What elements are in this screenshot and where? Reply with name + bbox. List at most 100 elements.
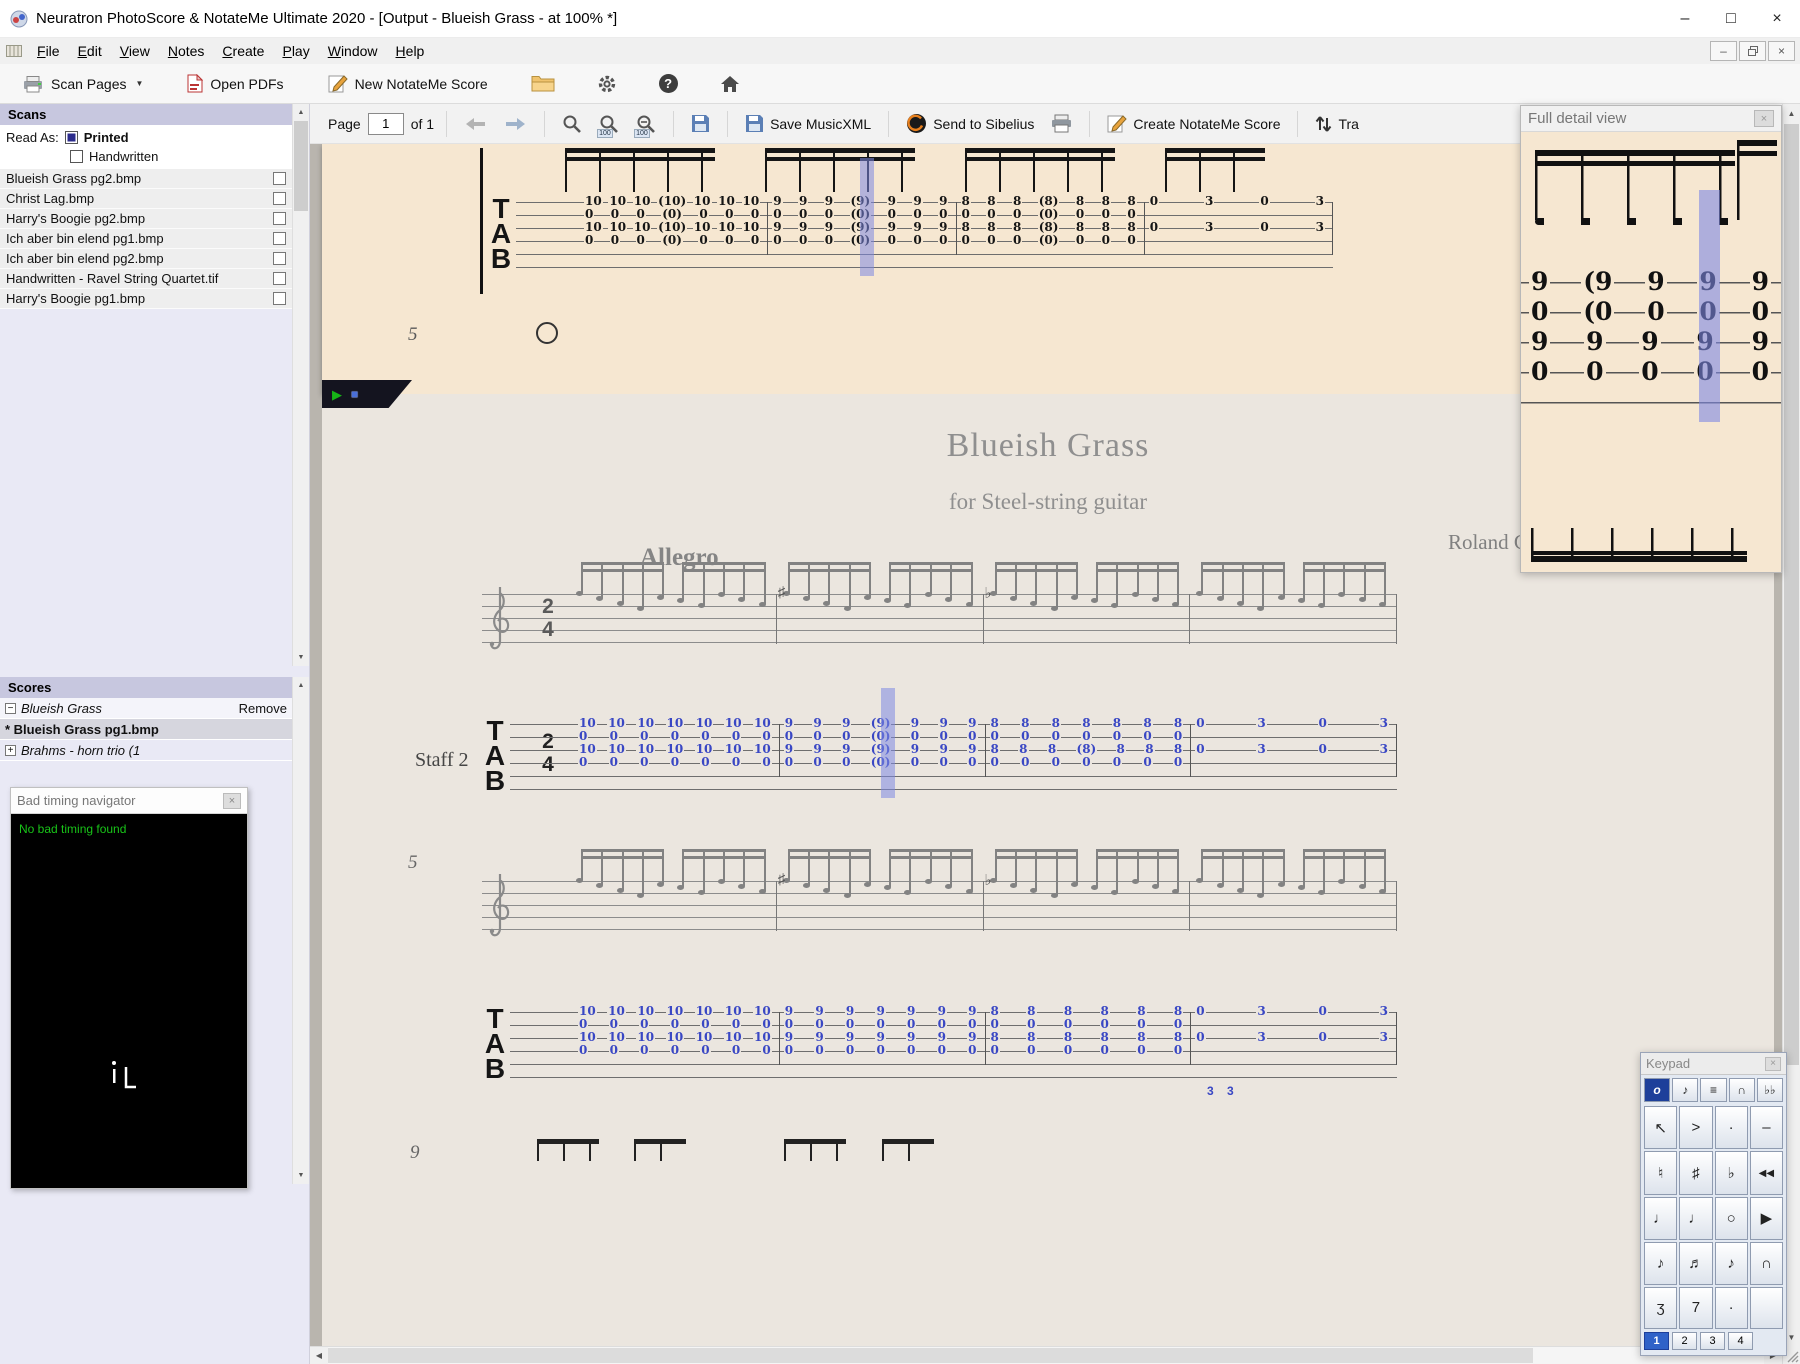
scans-scrollbar[interactable]: ▲ ▼ xyxy=(292,104,309,666)
quarter-rest-button[interactable]: ʒ xyxy=(1644,1286,1678,1329)
accent-button[interactable]: > xyxy=(1679,1106,1713,1150)
whole-note-button[interactable]: ○ xyxy=(1714,1196,1748,1241)
scan-file-checkbox[interactable] xyxy=(273,252,286,265)
menu-play[interactable]: Play xyxy=(273,40,318,62)
scan-pages-button[interactable]: Scan Pages ▼ xyxy=(12,70,153,98)
new-notateme-score-button[interactable]: New NotateMe Score xyxy=(318,69,498,98)
maximize-button[interactable]: □ xyxy=(1708,0,1754,38)
next-page-button[interactable] xyxy=(499,114,532,134)
child-restore-button[interactable] xyxy=(1739,41,1766,61)
scan-file-row[interactable]: Handwritten - Ravel String Quartet.tif xyxy=(0,269,292,289)
handwritten-checkbox[interactable] xyxy=(70,150,83,163)
previous-page-button[interactable] xyxy=(459,114,492,134)
scrollbar-thumb[interactable] xyxy=(294,121,308,211)
menu-notes[interactable]: Notes xyxy=(159,40,214,62)
bad-timing-display[interactable]: No bad timing found xyxy=(11,814,247,1188)
open-pdfs-button[interactable]: Open PDFs xyxy=(177,69,293,98)
child-minimize-button[interactable]: – xyxy=(1710,41,1737,61)
menu-edit[interactable]: Edit xyxy=(69,40,111,62)
tab-beams[interactable]: ♪ xyxy=(1672,1078,1699,1102)
score-item-brahms[interactable]: + Brahms - horn trio (1 xyxy=(0,740,292,761)
score-page-item[interactable]: * Blueish Grass pg1.bmp xyxy=(0,719,292,740)
close-icon[interactable]: × xyxy=(1765,1056,1781,1071)
tab-accidentals[interactable]: ♭♭ xyxy=(1756,1078,1784,1102)
scan-file-row[interactable]: Ich aber bin elend pg1.bmp xyxy=(0,229,292,249)
menu-create[interactable]: Create xyxy=(213,40,273,62)
printed-checkbox[interactable] xyxy=(64,131,78,144)
play-button[interactable]: ▶ xyxy=(1749,1196,1783,1241)
save-button[interactable] xyxy=(686,111,715,136)
close-icon[interactable]: × xyxy=(223,792,241,809)
create-notateme-score-button[interactable]: Create NotateMe Score xyxy=(1102,111,1285,136)
menu-help[interactable]: Help xyxy=(387,40,434,62)
voice-1-button[interactable]: 1 xyxy=(1644,1332,1669,1350)
scan-file-checkbox[interactable] xyxy=(273,172,286,185)
scrollbar-thumb[interactable] xyxy=(1784,124,1799,1065)
full-detail-notation[interactable]: 9(99990(00009999900000 xyxy=(1521,132,1781,572)
play-icon[interactable]: ▶ xyxy=(332,388,342,401)
remove-button[interactable]: Remove xyxy=(239,701,287,716)
scan-file-checkbox[interactable] xyxy=(273,292,286,305)
sharp-button[interactable]: ♯ xyxy=(1679,1151,1713,1195)
home-button[interactable] xyxy=(711,70,749,98)
flat-button[interactable]: ♭ xyxy=(1714,1151,1748,1195)
tie-button[interactable]: ∩ xyxy=(1749,1242,1783,1285)
scan-file-checkbox[interactable] xyxy=(273,212,286,225)
sixteenth-note-button[interactable]: ♬ xyxy=(1679,1242,1713,1285)
pointer-button[interactable]: ↖ xyxy=(1644,1106,1678,1150)
eighth-rest-button[interactable]: 7 xyxy=(1679,1286,1713,1329)
send-to-sibelius-button[interactable]: Send to Sibelius xyxy=(901,110,1039,137)
child-close-button[interactable]: × xyxy=(1768,41,1795,61)
scan-file-row[interactable]: Ich aber bin elend pg2.bmp xyxy=(0,249,292,269)
scroll-up-icon[interactable]: ▲ xyxy=(1783,104,1800,122)
tenuto-button[interactable]: – xyxy=(1749,1106,1783,1150)
scan-file-row[interactable]: Harry's Boogie pg2.bmp xyxy=(0,209,292,229)
scan-file-row[interactable]: Christ Lag.bmp xyxy=(0,189,292,209)
rewind-button[interactable]: ◀◀ xyxy=(1749,1151,1783,1195)
menu-window[interactable]: Window xyxy=(319,40,387,62)
quaver-button[interactable]: ♪ xyxy=(1714,1242,1748,1285)
natural-button[interactable]: ♮ xyxy=(1644,1151,1678,1195)
menu-view[interactable]: View xyxy=(111,40,159,62)
dot-button[interactable]: · xyxy=(1714,1286,1748,1329)
tab-slurs[interactable]: ∩ xyxy=(1728,1078,1755,1102)
tab-notes[interactable]: o xyxy=(1644,1078,1671,1102)
stop-icon[interactable]: ■ xyxy=(351,388,358,400)
expand-icon[interactable]: + xyxy=(5,744,16,756)
open-folder-button[interactable] xyxy=(522,70,564,97)
close-icon[interactable]: × xyxy=(1754,110,1774,127)
minimize-button[interactable]: – xyxy=(1662,0,1708,38)
print-button[interactable] xyxy=(1046,111,1077,136)
scores-scrollbar[interactable]: ▲ ▼ xyxy=(292,677,309,1184)
scroll-left-icon[interactable]: ◀ xyxy=(310,1347,328,1364)
tab-barlines[interactable]: ≡ xyxy=(1700,1078,1727,1102)
staccato-button[interactable]: · xyxy=(1714,1106,1748,1150)
menu-file[interactable]: File xyxy=(28,40,69,62)
scrollbar-thumb[interactable] xyxy=(328,1348,1533,1363)
save-musicxml-button[interactable]: Save MusicXML xyxy=(740,111,876,136)
scroll-up-icon[interactable]: ▲ xyxy=(293,677,309,694)
page-number-input[interactable] xyxy=(367,112,404,135)
horizontal-scrollbar[interactable]: ◀ ▶ xyxy=(310,1346,1782,1364)
zoom-out-button[interactable]: 100 xyxy=(631,111,661,138)
settings-button[interactable] xyxy=(588,69,626,99)
help-button[interactable]: ? xyxy=(650,69,687,98)
blank-button[interactable] xyxy=(1749,1286,1783,1329)
eighth-note-button[interactable]: ♪ xyxy=(1644,1242,1678,1285)
quarter-note-button[interactable]: ♩ xyxy=(1644,1196,1678,1241)
voice-4-button[interactable]: 4 xyxy=(1728,1332,1753,1350)
scan-file-checkbox[interactable] xyxy=(273,272,286,285)
scroll-up-icon[interactable]: ▲ xyxy=(293,104,309,121)
score-item-blueish-grass[interactable]: − Blueish Grass Remove xyxy=(0,698,292,719)
crotchet-button[interactable]: ♩ xyxy=(1679,1196,1713,1241)
dropdown-caret-icon[interactable]: ▼ xyxy=(136,79,144,88)
close-button[interactable]: × xyxy=(1754,0,1800,38)
scan-file-checkbox[interactable] xyxy=(273,232,286,245)
scan-file-checkbox[interactable] xyxy=(273,192,286,205)
voice-2-button[interactable]: 2 xyxy=(1672,1332,1697,1350)
zoom-in-button[interactable]: 100 xyxy=(594,111,624,138)
transpose-button[interactable]: Tra xyxy=(1310,111,1363,137)
zoom-tool-button[interactable] xyxy=(557,111,587,137)
scan-file-row[interactable]: Blueish Grass pg2.bmp xyxy=(0,169,292,189)
scroll-down-icon[interactable]: ▼ xyxy=(293,649,309,666)
